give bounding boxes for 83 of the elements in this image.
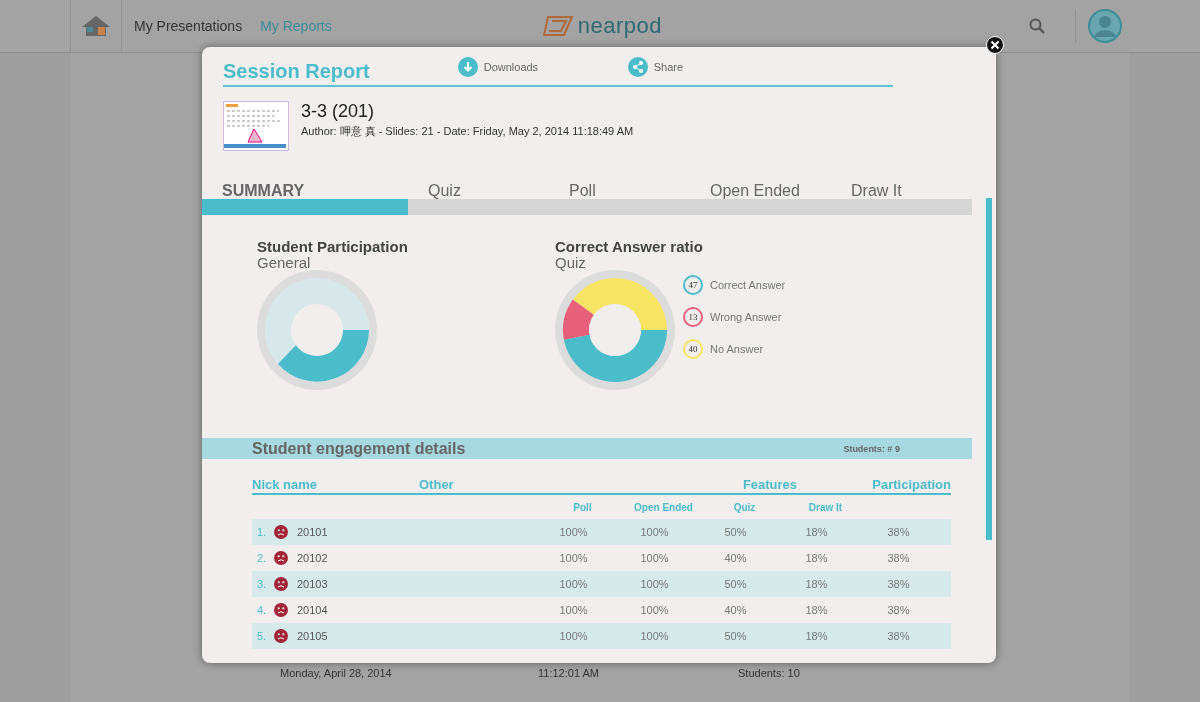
table-cell-text: 100% xyxy=(558,578,589,590)
sad-face-icon xyxy=(274,629,288,643)
table-cell-text: 40% xyxy=(723,604,748,616)
table-cell-text: 100% xyxy=(558,630,589,642)
student-count: Students: # 9 xyxy=(843,443,900,454)
table-cell-text: 18% xyxy=(804,578,829,590)
column-group-header: Participation xyxy=(872,477,951,493)
home-icon[interactable] xyxy=(70,0,122,52)
sad-face-icon xyxy=(274,603,288,617)
table-cell-text: 38% xyxy=(886,578,911,590)
table-cell-text: 38% xyxy=(886,630,911,642)
table-cell-text: 18% xyxy=(804,552,829,564)
sad-face-icon xyxy=(274,577,288,591)
table-cell-text: 38% xyxy=(886,526,911,538)
column-header: Poll xyxy=(572,501,593,513)
close-icon[interactable] xyxy=(986,36,1004,54)
nickname-cell-text: 20101 xyxy=(297,526,329,538)
row-number: 3. xyxy=(256,578,268,590)
table-cell-text: 100% xyxy=(558,604,589,616)
chart-title: Correct Answer ratio xyxy=(555,238,704,255)
session-text: Monday, April 28, 2014 xyxy=(280,667,393,679)
session-text: 11:12:01 AM xyxy=(538,667,600,679)
legend-count: 13 xyxy=(683,307,703,327)
table-cell-text: 38% xyxy=(886,552,911,564)
search-icon[interactable] xyxy=(1029,18,1045,34)
report-tab[interactable]: Quiz xyxy=(408,181,549,215)
column-header: Quiz xyxy=(732,501,757,513)
table-cell-text: 50% xyxy=(723,630,748,642)
report-tab[interactable]: SUMMARY xyxy=(202,181,408,215)
sad-face-icon xyxy=(274,551,288,565)
session-text: Students: 10 xyxy=(738,667,800,679)
chart-subtitle: General xyxy=(257,255,312,270)
report-tab[interactable]: Poll xyxy=(549,181,690,215)
table-cell-text: 100% xyxy=(639,552,670,564)
presentation-name: 3-3 (201) xyxy=(301,101,376,122)
nickname-cell-text: 20102 xyxy=(297,552,329,564)
legend-label: No Answer xyxy=(710,343,764,355)
row-number: 2. xyxy=(256,552,268,564)
legend-count: 47 xyxy=(683,275,703,295)
nav-link[interactable]: My Presentations xyxy=(134,18,243,34)
row-number: 1. xyxy=(256,526,268,538)
table-cell-text: 100% xyxy=(558,552,589,564)
row-number: 5. xyxy=(256,630,268,642)
table-cell-text: 100% xyxy=(558,526,589,538)
legend-label: Correct Answer xyxy=(710,279,786,291)
nickname-cell-text: 20104 xyxy=(297,604,329,616)
table-cell-text: 18% xyxy=(804,604,829,616)
report-tab[interactable]: Open Ended xyxy=(690,181,831,215)
legend-label: Wrong Answer xyxy=(710,311,782,323)
column-group-header: Other xyxy=(419,477,455,493)
download-icon xyxy=(457,57,478,77)
column-header: Open Ended xyxy=(633,501,694,513)
presentation-meta: Author: 呷意 真 - Slides: 21 - Date: Friday, May 2, 2014 11:18:49 AM xyxy=(301,124,634,139)
column-header: Draw It xyxy=(807,501,844,513)
chart-subtitle: Quiz xyxy=(555,255,587,270)
slide-thumbnail xyxy=(223,101,289,151)
nickname-cell-text: 20103 xyxy=(297,578,329,590)
table-cell-text: 50% xyxy=(723,526,748,538)
table-cell-text: 100% xyxy=(639,578,670,590)
column-group-header: Nick name xyxy=(252,477,319,493)
table-cell-text: 100% xyxy=(639,604,670,616)
logo: nearpod xyxy=(541,13,662,39)
sad-face-icon xyxy=(274,525,288,539)
report-tab[interactable]: Draw It xyxy=(831,181,972,215)
chart-title: Student Participation xyxy=(257,238,409,255)
table-cell-text: 38% xyxy=(886,604,911,616)
scrollbar[interactable] xyxy=(986,198,992,540)
table-cell-text: 18% xyxy=(804,526,829,538)
section-title: Student engagement details xyxy=(252,439,466,458)
share-icon xyxy=(627,57,648,77)
row-number: 4. xyxy=(256,604,268,616)
table-cell-text: 100% xyxy=(639,630,670,642)
column-group-header: Features xyxy=(741,477,799,493)
action-link[interactable]: Share xyxy=(627,57,798,77)
report-title: Session Report xyxy=(223,59,370,84)
donut-hole xyxy=(589,304,641,356)
nickname-cell-text: 20105 xyxy=(297,630,329,642)
table-cell-text: 50% xyxy=(723,578,748,590)
legend-count: 40 xyxy=(683,339,703,359)
table-cell-text: 40% xyxy=(723,552,748,564)
action-link[interactable]: Downloads xyxy=(457,57,628,77)
table-cell-text: 18% xyxy=(804,630,829,642)
table-cell-text: 100% xyxy=(639,526,670,538)
